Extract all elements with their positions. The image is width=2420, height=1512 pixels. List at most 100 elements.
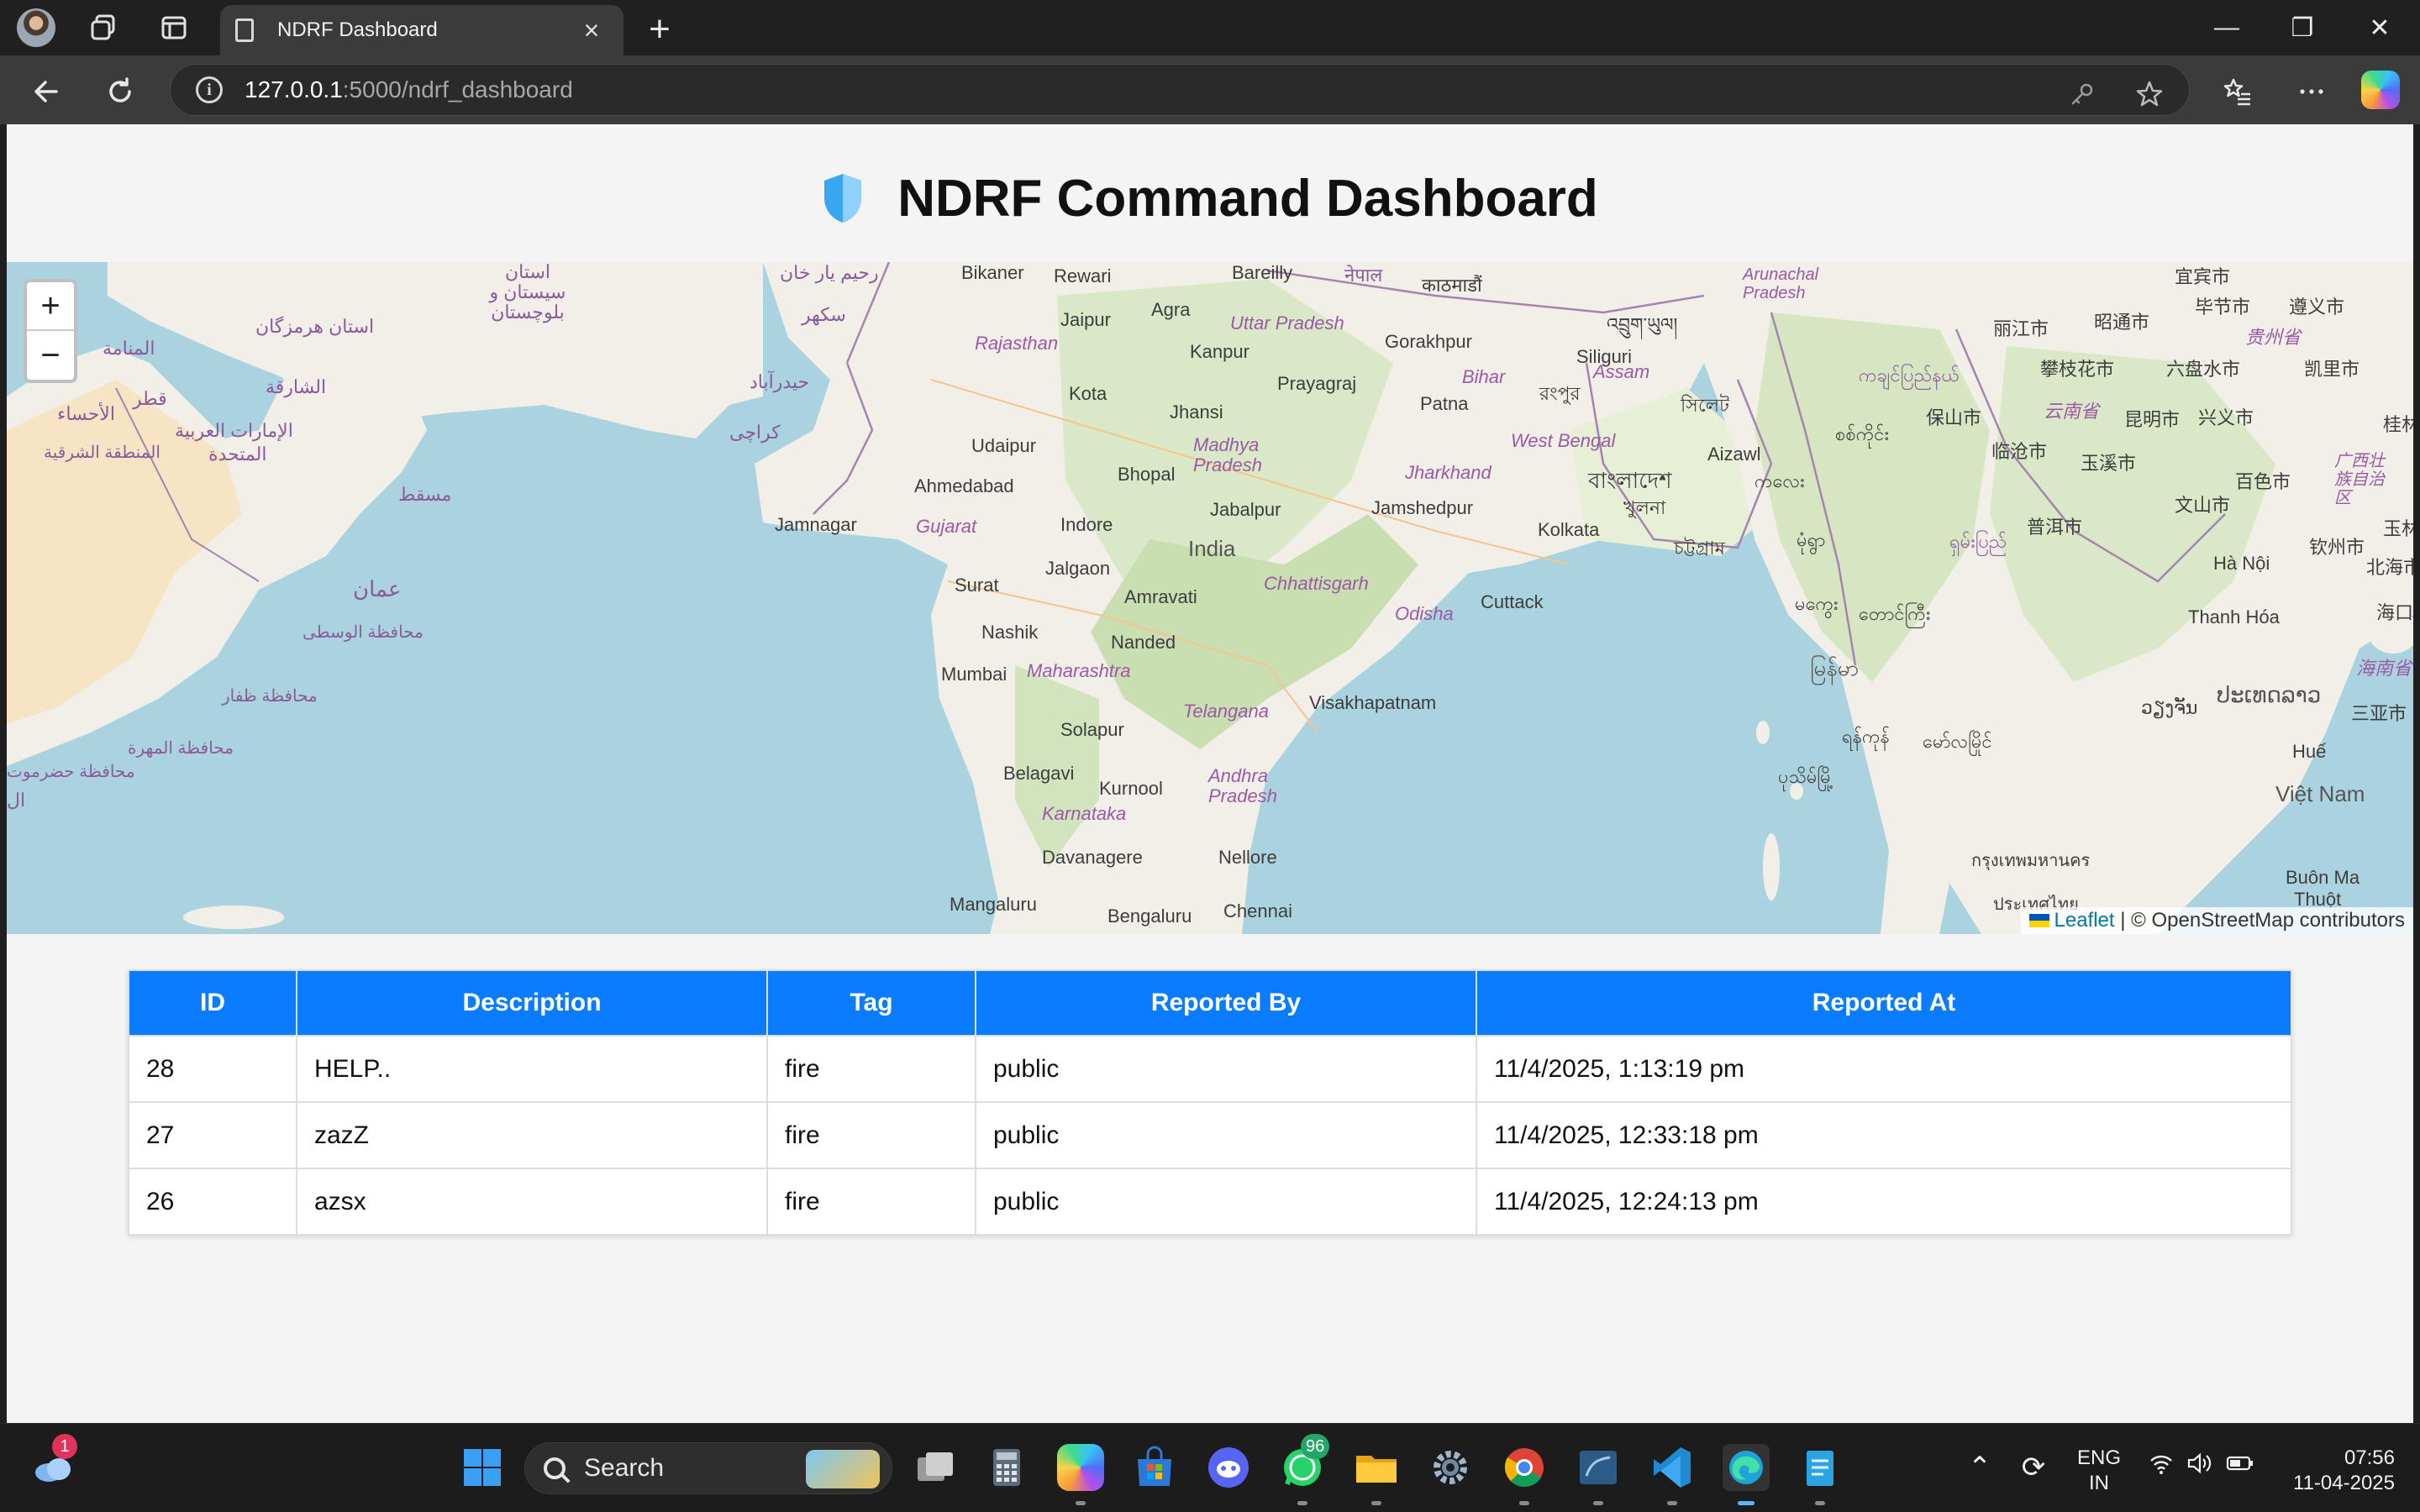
map-label: กรุงเทพมหานคร — [1971, 852, 2091, 870]
map-label: Gorakhpur — [1385, 331, 1472, 352]
copilot-app-icon[interactable] — [1057, 1444, 1104, 1491]
workspaces-icon[interactable] — [84, 8, 123, 47]
map-label: 丽江市 — [1993, 318, 2049, 339]
cell-reported-at: 11/4/2025, 12:33:18 pm — [1476, 1101, 2292, 1169]
language-indicator[interactable]: ENG IN — [2074, 1446, 2124, 1496]
cell-reported-by: public — [975, 1035, 1477, 1103]
leaflet-link[interactable]: Leaflet — [2054, 909, 2115, 932]
zoom-out-button[interactable]: − — [27, 331, 74, 380]
map-label: Jamnagar — [775, 514, 857, 535]
url-path: :5000/ndrf_dashboard — [342, 76, 573, 102]
map-label: 钦州市 — [2309, 537, 2365, 558]
map-label: Jamshedpur — [1371, 497, 1474, 518]
leaflet-map[interactable]: Bikaner Rewari Bareilly Jaipur Agra Utta… — [7, 262, 2413, 934]
map-label: འབྲུག་ཡུལ། — [1607, 314, 1678, 335]
map-label: Jharkhand — [1405, 462, 1491, 483]
map-label: حیدرآباد — [750, 371, 810, 392]
copilot-icon[interactable] — [2361, 71, 2400, 109]
address-bar[interactable]: i 127.0.0.1:5000/ndrf_dashboard — [170, 64, 2190, 116]
close-tab-icon[interactable]: × — [575, 17, 608, 44]
column-header-reported-by: Reported By — [975, 969, 1477, 1037]
new-tab-button[interactable]: + — [640, 8, 679, 50]
map-label: 广西壮族自治区 — [2334, 452, 2385, 507]
map-label: 海口 — [2376, 602, 2413, 623]
map-label: 临沧市 — [1991, 441, 2048, 462]
cell-tag: fire — [766, 1101, 976, 1169]
back-arrow-icon[interactable] — [25, 71, 67, 113]
map-label: المنطقة الشرقية — [44, 444, 160, 462]
microsoft-store-icon[interactable] — [1131, 1444, 1178, 1491]
cell-description: HELP.. — [296, 1035, 768, 1103]
map-label: الأحساء — [57, 403, 115, 424]
map-label: Nanded — [1111, 632, 1176, 653]
calculator-icon[interactable] — [983, 1444, 1030, 1491]
restore-button[interactable]: ❐ — [2272, 8, 2333, 47]
map-label: ال — [7, 790, 26, 811]
notepad-icon[interactable] — [1797, 1444, 1844, 1491]
taskbar-search[interactable]: Search — [524, 1442, 892, 1494]
task-view-icon[interactable] — [911, 1444, 958, 1491]
map-label: ပုသိမ်မြို့ — [1778, 766, 1834, 787]
start-windows-icon[interactable] — [459, 1444, 506, 1491]
map-label: မုံရွာ — [1797, 529, 1826, 550]
map-label: قطر — [133, 388, 167, 409]
tab-actions-icon[interactable] — [155, 8, 193, 47]
profile-avatar[interactable] — [17, 8, 55, 47]
battery-icon[interactable] — [2222, 1451, 2259, 1483]
map-label: တောင်ကြီး — [1859, 603, 1931, 624]
map-label: Hà Nội — [2213, 553, 2270, 574]
file-explorer-icon[interactable] — [1353, 1444, 1400, 1491]
key-icon[interactable] — [2061, 73, 2103, 115]
site-info-icon[interactable]: i — [196, 76, 223, 103]
map-label: Thanh Hóa — [2188, 606, 2280, 627]
tab-ndrf-dashboard[interactable]: NDRF Dashboard × — [220, 5, 623, 55]
map-label: Davanagere — [1042, 847, 1143, 868]
chevron-up-icon[interactable]: ⌃ — [1961, 1451, 1998, 1484]
running-indicator — [1815, 1501, 1825, 1505]
table-row: 27 zazZ fire public 11/4/2025, 12:33:18 … — [128, 1101, 2292, 1169]
language-code: ENG — [2076, 1446, 2121, 1469]
cell-reported-at: 11/4/2025, 12:24:13 pm — [1476, 1168, 2292, 1236]
map-label: Arunachal Pradesh — [1743, 265, 1819, 302]
map-label: 普洱市 — [2027, 517, 2083, 538]
vscode-icon[interactable] — [1649, 1444, 1696, 1491]
map-label: চট্টগ্রাম — [1674, 538, 1725, 559]
map-label: Jhansi — [1170, 402, 1223, 423]
cell-id: 27 — [128, 1101, 297, 1169]
map-label: Prayagraj — [1277, 373, 1357, 394]
clock-date: 11-04-2025 — [2293, 1472, 2395, 1494]
map-label: 保山市 — [1926, 407, 1982, 428]
running-indicator — [1519, 1501, 1529, 1505]
favorites-list-icon[interactable] — [2217, 71, 2259, 113]
map-label: 贵州省 — [2245, 327, 2302, 348]
discord-icon[interactable] — [1205, 1444, 1252, 1491]
chrome-icon[interactable] — [1501, 1444, 1548, 1491]
close-window-button[interactable]: ✕ — [2349, 8, 2410, 47]
volume-icon[interactable] — [2181, 1451, 2218, 1483]
sync-icon[interactable]: ⟳ — [2015, 1451, 2052, 1484]
map-label: ປະເທດລາວ — [2217, 682, 2322, 707]
settings-gear-icon[interactable] — [1427, 1444, 1474, 1491]
clock[interactable]: 07:56 11-04-2025 — [2269, 1446, 2395, 1496]
map-label: Udaipur — [971, 435, 1037, 456]
map-label: Bihar — [1462, 366, 1506, 387]
map-label: محافظة حضرموت — [7, 763, 135, 781]
edge-icon[interactable] — [1723, 1444, 1770, 1491]
favorite-star-icon[interactable] — [2128, 73, 2170, 115]
more-options-icon[interactable] — [2291, 71, 2333, 113]
zoom-in-button[interactable]: + — [27, 282, 74, 331]
map-label: 攀枝花市 — [2040, 359, 2115, 380]
wifi-icon[interactable] — [2143, 1451, 2180, 1482]
cell-description: azsx — [296, 1168, 768, 1236]
map-label: 三亚市 — [2351, 703, 2407, 724]
map-label: Bhopal — [1118, 464, 1176, 485]
map-label: Telangana — [1183, 701, 1269, 722]
map-label: Bengaluru — [1107, 906, 1192, 927]
map-label: محافظة ظفار — [222, 687, 318, 706]
map-label: Surat — [955, 575, 999, 596]
refresh-icon[interactable] — [99, 71, 141, 113]
minimize-button[interactable]: — — [2196, 8, 2257, 47]
map-label: ວຽງຈັນ — [2141, 697, 2198, 718]
mysql-workbench-icon[interactable] — [1575, 1444, 1622, 1491]
map-label: مسقط — [398, 484, 452, 505]
